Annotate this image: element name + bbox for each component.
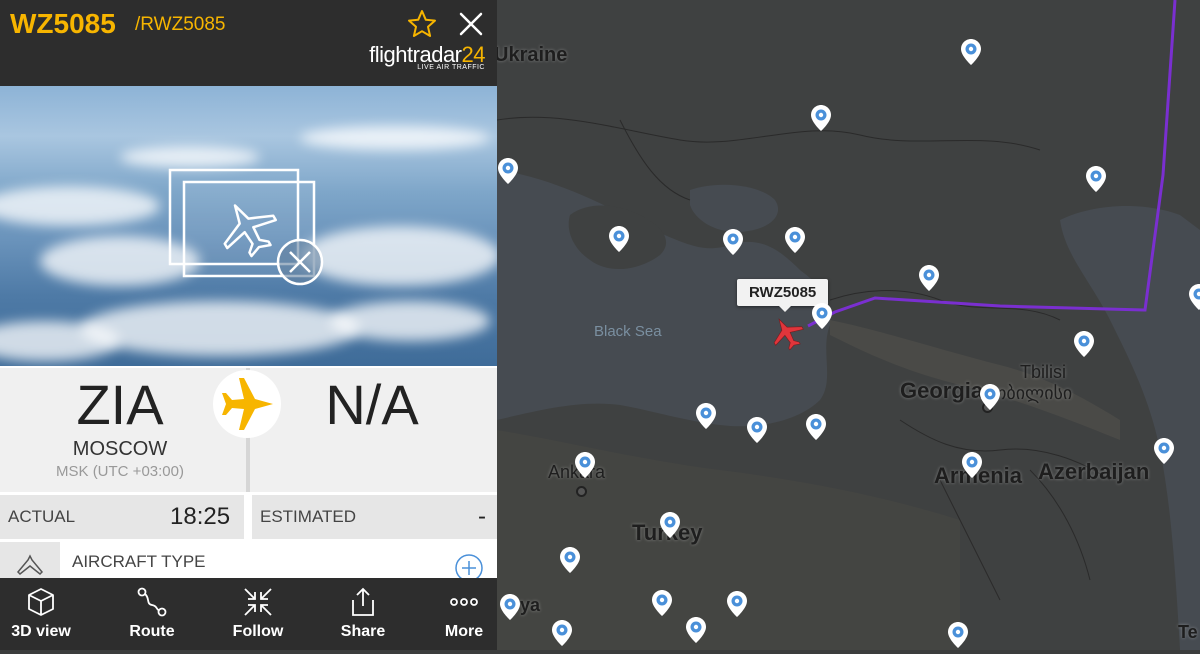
follow-icon xyxy=(242,586,274,618)
map-label-tbilisi: Tbilisi xyxy=(1020,362,1066,383)
airport-pin-icon[interactable] xyxy=(961,451,983,479)
airport-pin-icon[interactable] xyxy=(810,104,832,132)
favorite-button[interactable] xyxy=(406,8,438,40)
airport-pin-icon[interactable] xyxy=(784,226,806,254)
airport-pin-icon[interactable] xyxy=(918,264,940,292)
airport-pin-icon[interactable] xyxy=(651,589,673,617)
airport-pin-icon[interactable] xyxy=(726,590,748,618)
map-label-georgia: Georgia xyxy=(900,378,983,404)
airport-pin-icon[interactable] xyxy=(559,546,581,574)
origin-timezone: MSK (UTC +03:00) xyxy=(20,463,220,480)
toolbar-follow-label: Follow xyxy=(213,623,303,641)
airport-pin-icon[interactable] xyxy=(979,383,1001,411)
flight-callsign: /RWZ5085 xyxy=(135,14,225,36)
map-label-partial-right: Te xyxy=(1178,622,1198,643)
airport-pin-icon[interactable] xyxy=(960,38,982,66)
route-plane-badge xyxy=(213,370,281,438)
brand-tagline: LIVE AIR TRAFFIC xyxy=(417,64,485,71)
estimated-label: ESTIMATED xyxy=(260,507,356,527)
toolbar-more-button[interactable]: More xyxy=(419,578,497,650)
toolbar-follow-button[interactable]: Follow xyxy=(213,578,303,650)
toolbar-share-label: Share xyxy=(318,623,408,641)
estimated-time-value: - xyxy=(478,503,486,531)
airplane-icon xyxy=(213,370,281,438)
city-marker-ankara xyxy=(576,486,587,497)
airport-pin-icon[interactable] xyxy=(659,511,681,539)
toolbar-share-button[interactable]: Share xyxy=(318,578,408,650)
aircraft-type-label: AIRCRAFT TYPE xyxy=(72,552,206,572)
star-icon xyxy=(406,8,438,40)
airport-pin-icon[interactable] xyxy=(499,593,521,621)
airport-pin-icon[interactable] xyxy=(1153,437,1175,465)
flight-info-panel: WZ5085 /RWZ5085 flightradar24 LIVE AIR T… xyxy=(0,0,497,650)
map-label-azerbaijan: Azerbaijan xyxy=(1038,459,1149,485)
cube-icon xyxy=(25,586,57,618)
airport-pin-icon[interactable] xyxy=(1085,165,1107,193)
toolbar-route-button[interactable]: Route xyxy=(107,578,197,650)
map-label-ukraine: Ukraine xyxy=(494,44,567,67)
airport-pin-icon[interactable] xyxy=(497,157,519,185)
airport-pin-icon[interactable] xyxy=(695,402,717,430)
close-button[interactable] xyxy=(455,8,487,40)
airport-pin-icon[interactable] xyxy=(551,619,573,647)
airport-pin-icon[interactable] xyxy=(746,416,768,444)
airport-pin-icon[interactable] xyxy=(685,616,707,644)
toolbar-route-label: Route xyxy=(107,623,197,641)
toolbar-3d-view-button[interactable]: 3D view xyxy=(0,578,86,650)
toolbar-more-label: More xyxy=(419,623,497,641)
airport-pin-icon[interactable] xyxy=(805,413,827,441)
map-label-black-sea: Black Sea xyxy=(594,323,662,340)
actual-time-value: 18:25 xyxy=(170,503,230,531)
airport-pin-icon[interactable] xyxy=(722,228,744,256)
airport-pin-icon[interactable] xyxy=(574,451,596,479)
airport-pin-icon[interactable] xyxy=(947,621,969,649)
more-icon xyxy=(448,586,480,618)
aircraft-silhouette-icon xyxy=(0,542,60,582)
no-photo-icon xyxy=(168,168,328,288)
origin-airport-code[interactable]: ZIA xyxy=(20,372,220,437)
airport-pin-icon[interactable] xyxy=(1073,330,1095,358)
actual-label: ACTUAL xyxy=(8,507,75,527)
aircraft-type-icon-box xyxy=(0,542,60,582)
airport-pin-icon[interactable] xyxy=(608,225,630,253)
share-icon xyxy=(347,586,379,618)
airport-pin-icon[interactable] xyxy=(1188,283,1200,311)
flight-number: WZ5085 xyxy=(10,8,116,40)
map-label-tbilisi-local: თბილისი xyxy=(992,383,1072,404)
route-icon xyxy=(136,586,168,618)
destination-airport-code: N/A xyxy=(272,372,472,437)
origin-city: MOSCOW xyxy=(20,438,220,461)
toolbar-3d-view-label: 3D view xyxy=(0,623,86,641)
map-label-partial-bottom: ya xyxy=(520,595,540,616)
close-icon xyxy=(455,8,487,40)
airport-pin-icon[interactable] xyxy=(811,302,833,330)
